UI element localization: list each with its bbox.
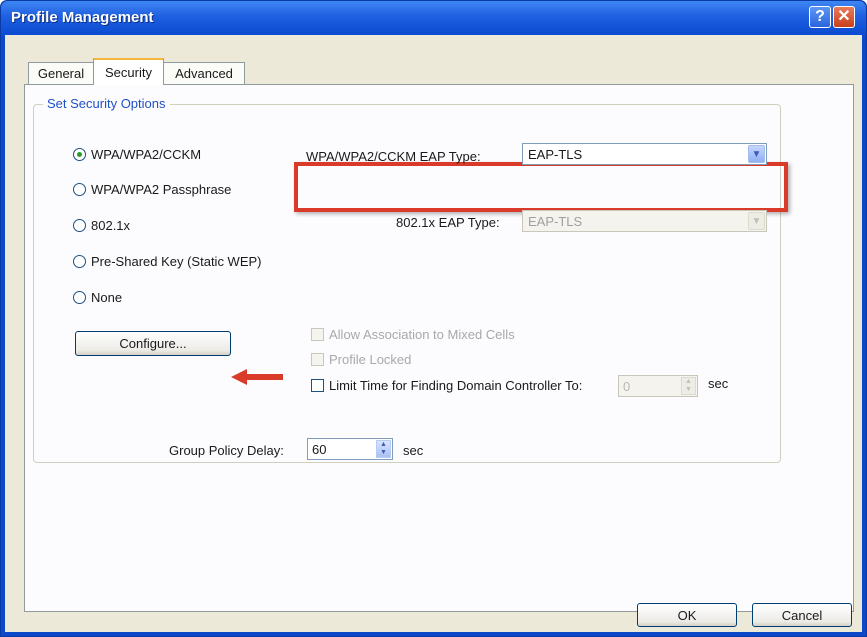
radio-label: None (91, 290, 123, 305)
radio-button-icon[interactable] (73, 219, 86, 232)
configure-button[interactable]: Configure... (75, 331, 231, 356)
group-policy-delay-value: 60 (312, 442, 327, 457)
group-policy-delay-label: Group Policy Delay: (169, 443, 284, 458)
dropdown-arrow-icon[interactable]: ▼ (748, 212, 765, 230)
checkbox-icon[interactable] (311, 353, 324, 366)
radio-none[interactable]: None (73, 290, 122, 305)
highlight-box (294, 162, 788, 212)
radio-wpa-cckm[interactable]: WPA/WPA2/CCKM (73, 147, 201, 162)
radio-static-wep[interactable]: Pre-Shared Key (Static WEP) (73, 254, 262, 269)
radio-button-icon[interactable] (73, 183, 86, 196)
limit-time-unit: sec (708, 376, 729, 391)
dropdown-arrow-icon[interactable]: ▼ (748, 145, 765, 163)
radio-button-selected-icon[interactable] (73, 148, 86, 161)
dot1x-eap-type-dropdown[interactable]: EAP-TLS ▼ (522, 210, 767, 232)
ok-button[interactable]: OK (637, 603, 737, 627)
radio-label: Pre-Shared Key (Static WEP) (91, 254, 262, 269)
help-button[interactable]: ? (809, 6, 831, 28)
dot1x-eap-type-value: EAP-TLS (528, 214, 583, 229)
radio-button-icon[interactable] (73, 255, 86, 268)
spin-arrows-icon[interactable]: ▲ ▼ (681, 377, 696, 395)
checkbox-icon[interactable] (311, 328, 324, 341)
tab-security[interactable]: Security (93, 58, 164, 85)
tab-general[interactable]: General (28, 62, 94, 84)
cancel-button[interactable]: Cancel (752, 603, 852, 627)
checkbox-label: Allow Association to Mixed Cells (329, 327, 515, 342)
radio-label: WPA/WPA2/CCKM (91, 147, 202, 162)
wpa-eap-type-value: EAP-TLS (528, 147, 583, 162)
wpa-eap-type-dropdown[interactable]: EAP-TLS ▼ (522, 143, 767, 165)
window-title: Profile Management (11, 9, 154, 26)
profile-locked-checkbox[interactable]: Profile Locked (311, 352, 411, 367)
dot1x-eap-type-label: 802.1x EAP Type: (396, 215, 500, 230)
radio-button-icon[interactable] (73, 291, 86, 304)
group-policy-delay-spinner[interactable]: 60 ▲ ▼ (307, 438, 393, 460)
checkbox-label: Limit Time for Finding Domain Controller… (329, 378, 583, 393)
group-title: Set Security Options (43, 96, 170, 111)
limit-time-spinner[interactable]: 0 ▲ ▼ (618, 375, 698, 397)
checkbox-icon[interactable] (311, 379, 324, 392)
allow-mixed-cells-checkbox[interactable]: Allow Association to Mixed Cells (311, 327, 515, 342)
radio-label: WPA/WPA2 Passphrase (91, 182, 232, 197)
tab-advanced[interactable]: Advanced (163, 62, 245, 84)
checkbox-label: Profile Locked (329, 352, 412, 367)
group-policy-delay-unit: sec (403, 443, 424, 458)
red-arrow-annotation-icon (231, 369, 283, 385)
limit-time-checkbox[interactable]: Limit Time for Finding Domain Controller… (311, 378, 582, 393)
radio-wpa-passphrase[interactable]: WPA/WPA2 Passphrase (73, 182, 231, 197)
radio-8021x[interactable]: 802.1x (73, 218, 130, 233)
radio-label: 802.1x (91, 218, 131, 233)
wpa-eap-type-label: WPA/WPA2/CCKM EAP Type: (306, 149, 481, 164)
limit-time-value: 0 (623, 379, 631, 394)
profile-management-window: Profile Management ? ✕ General Security … (0, 0, 867, 637)
title-bar[interactable]: Profile Management ? ✕ (1, 1, 866, 35)
spin-arrows-icon[interactable]: ▲ ▼ (376, 440, 391, 458)
close-button[interactable]: ✕ (833, 6, 855, 28)
dialog-client: General Security Advanced Set Security O… (5, 35, 862, 632)
